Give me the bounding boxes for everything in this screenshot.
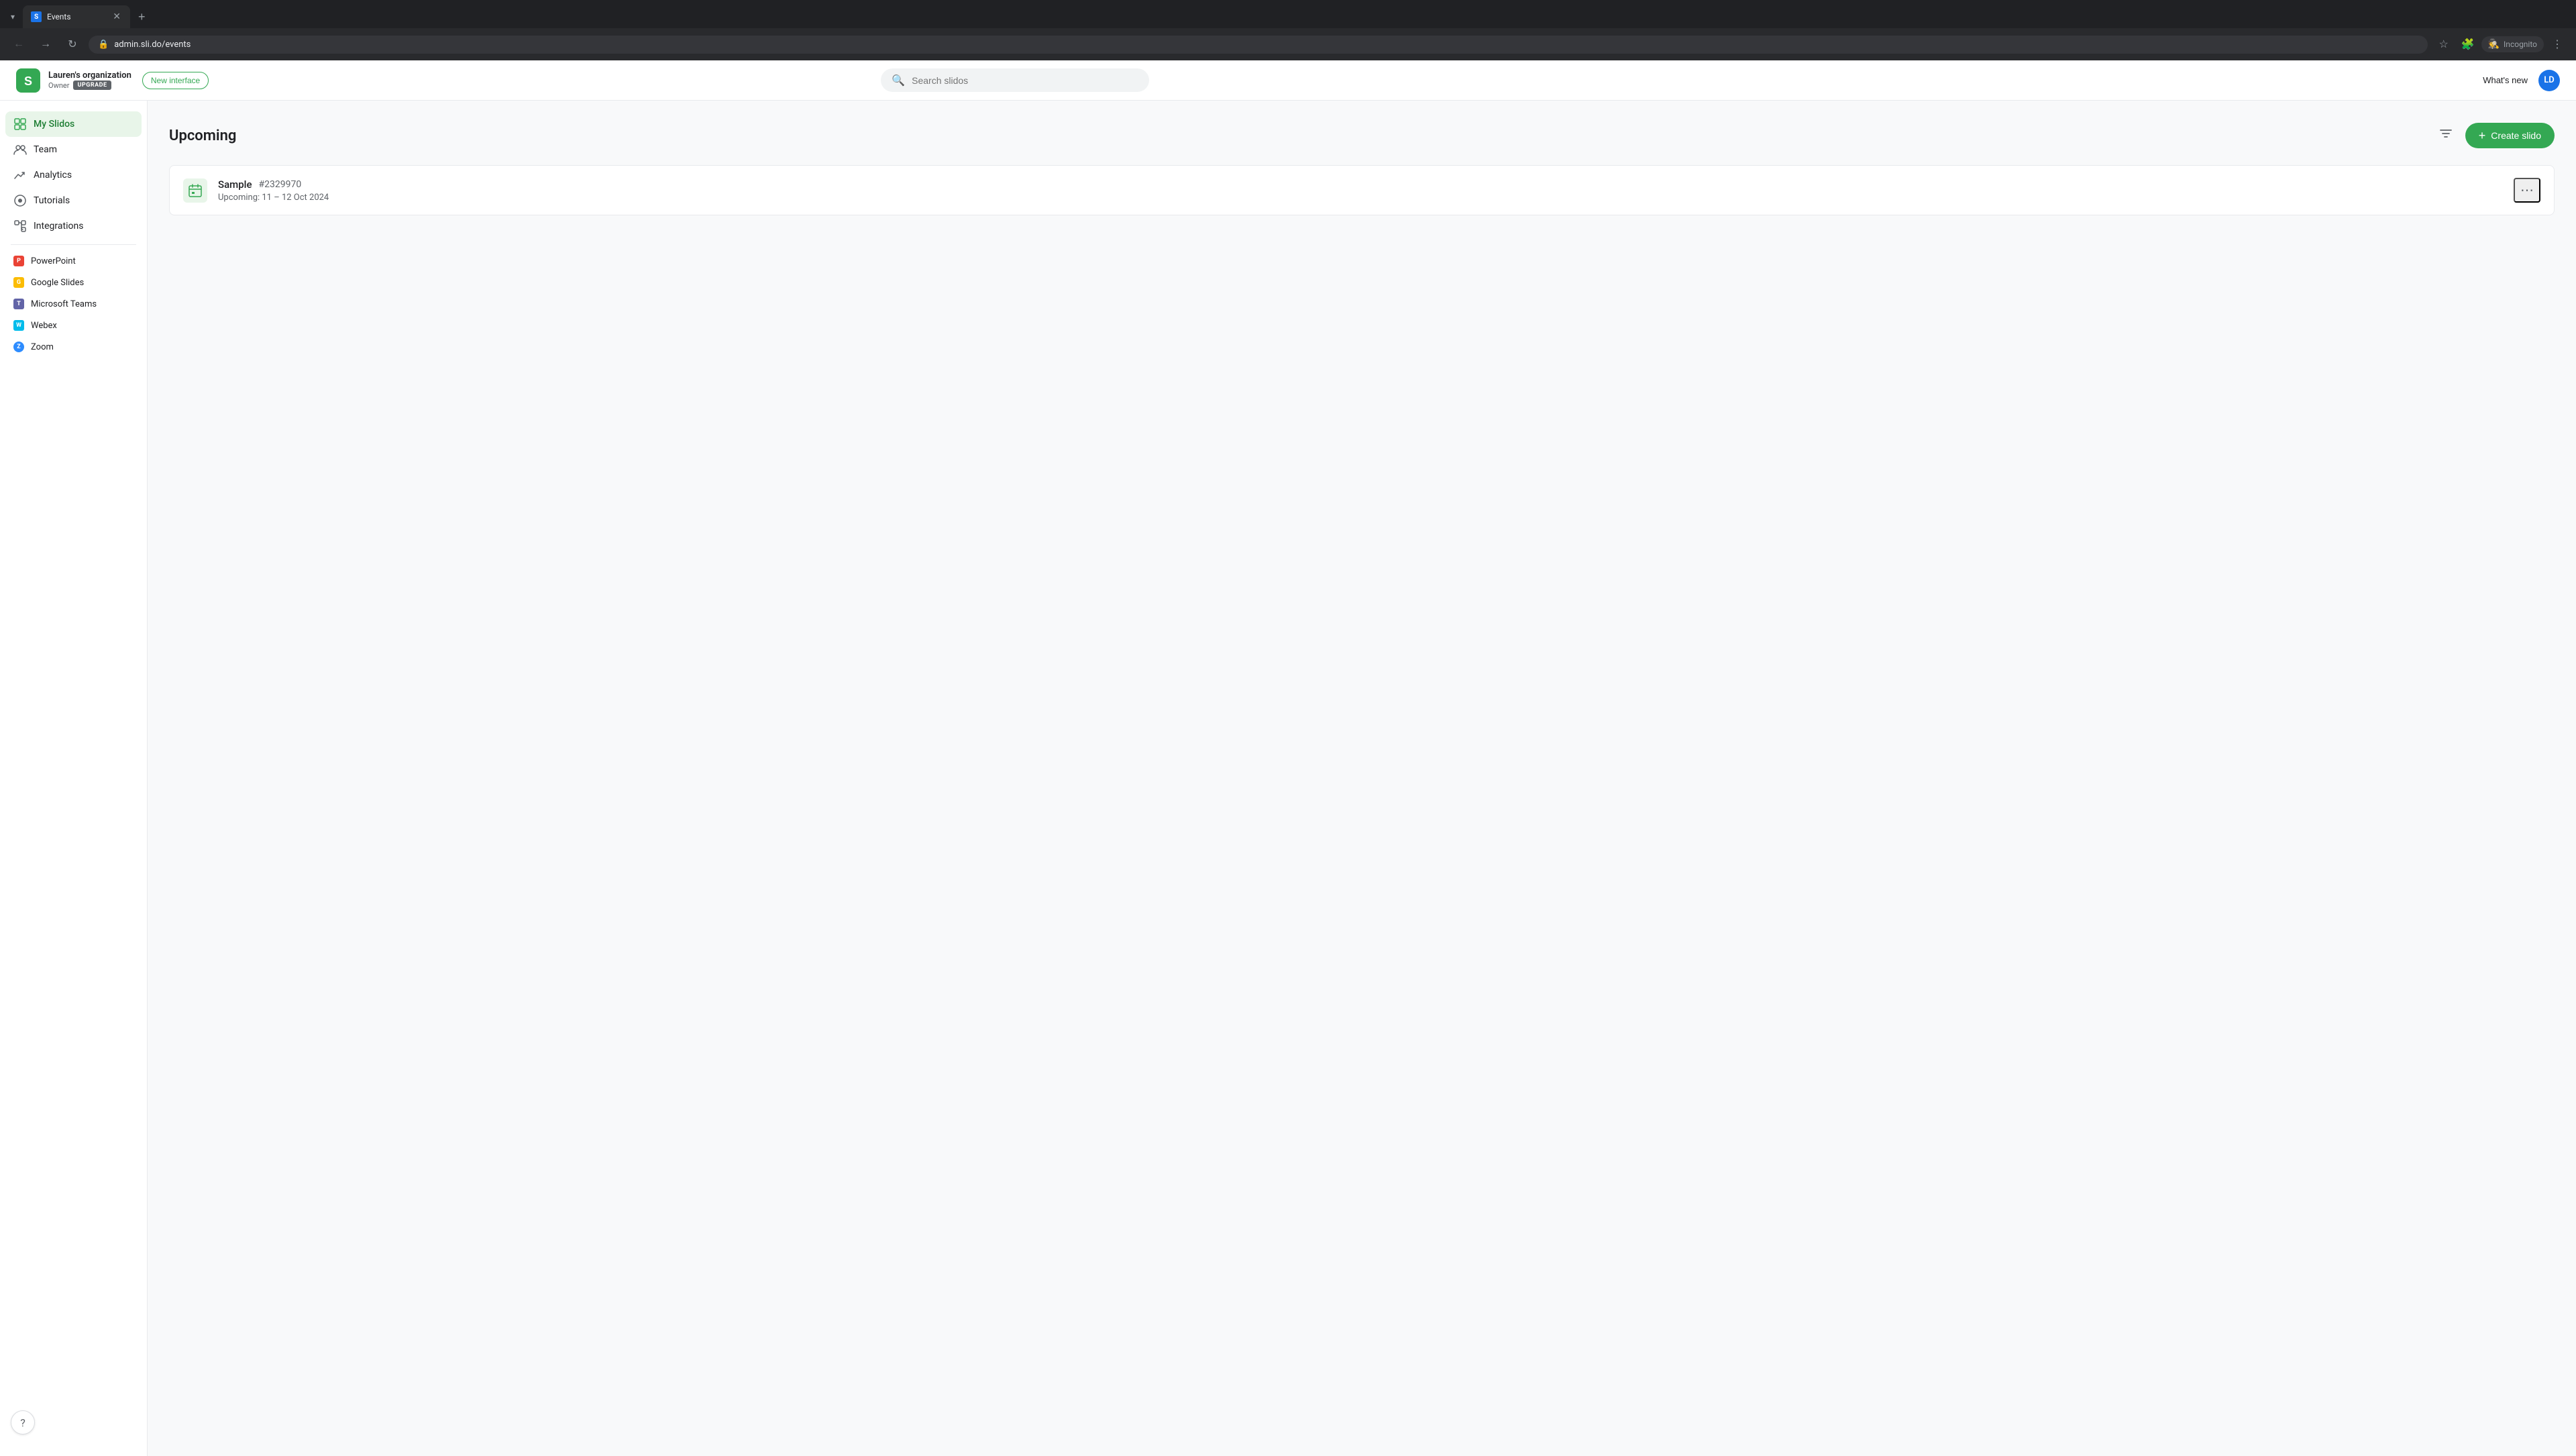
address-bar[interactable]: 🔒 admin.sli.do/events [89,36,2428,54]
tab-dropdown[interactable]: ▾ [5,9,20,24]
sidebar-integrations-section: P PowerPoint G Google Slides T Microsoft… [0,250,147,358]
forward-button[interactable]: → [35,34,56,55]
address-text: admin.sli.do/events [114,40,2418,50]
address-lock-icon: 🔒 [98,40,109,50]
event-info: Sample #2329970 Upcoming: 11 – 12 Oct 20… [218,178,2503,203]
sidebar-item-tutorials[interactable]: Tutorials [5,188,142,213]
browser-chrome: ▾ S Events ✕ + ← → ↻ 🔒 admin.sli.do/even… [0,0,2576,60]
incognito-label: Incognito [2504,40,2537,49]
reload-button[interactable]: ↻ [62,34,83,55]
sidebar-item-label-my-slidos: My Slidos [34,119,74,129]
webex-label: Webex [31,321,57,331]
event-calendar-icon [183,178,207,203]
tutorials-icon [13,194,27,207]
sidebar-item-team[interactable]: Team [5,137,142,162]
main-layout: My Slidos Team [0,101,2576,1456]
new-tab-button[interactable]: + [133,7,151,27]
event-id: #2329970 [259,179,302,190]
search-bar[interactable]: 🔍 [881,68,1149,92]
tab-favicon: S [31,11,42,22]
sidebar: My Slidos Team [0,101,148,1456]
event-menu-button[interactable]: ⋯ [2514,178,2540,203]
google-slides-label: Google Slides [31,278,84,288]
event-title-row: Sample #2329970 [218,178,2503,191]
sidebar-footer: ? [0,1400,147,1445]
events-list: Sample #2329970 Upcoming: 11 – 12 Oct 20… [169,165,2555,215]
org-info: Lauren's organization Owner UPGRADE [48,70,131,90]
bookmark-button[interactable]: ☆ [2433,34,2455,55]
sidebar-item-analytics[interactable]: Analytics [5,162,142,188]
sidebar-item-zoom[interactable]: Z Zoom [5,336,142,358]
sidebar-divider [11,244,136,245]
tab-close-button[interactable]: ✕ [111,11,122,23]
slido-logo: S [16,68,40,93]
header-right: What's new LD [2483,70,2560,91]
active-tab[interactable]: S Events ✕ [23,5,130,28]
sidebar-nav-section: My Slidos Team [0,111,147,239]
zoom-icon: Z [13,342,24,352]
event-card: Sample #2329970 Upcoming: 11 – 12 Oct 20… [169,165,2555,215]
search-icon: 🔍 [892,74,905,87]
incognito-badge[interactable]: 🕵 Incognito [2481,36,2544,52]
sidebar-item-label-analytics: Analytics [34,170,72,180]
event-name: Sample [218,178,252,191]
integrations-icon [13,219,27,233]
webex-icon: W [13,320,24,331]
org-name: Lauren's organization [48,70,131,81]
tab-title: Events [47,12,106,21]
microsoft-teams-label: Microsoft Teams [31,299,97,309]
page-title: Upcoming [169,127,236,144]
browser-toolbar: ← → ↻ 🔒 admin.sli.do/events ☆ 🧩 🕵 Incogn… [0,28,2576,60]
sidebar-item-label-team: Team [34,144,57,155]
incognito-icon: 🕵 [2488,39,2500,50]
sidebar-item-webex[interactable]: W Webex [5,315,142,336]
extensions-button[interactable]: 🧩 [2457,34,2479,55]
menu-button[interactable]: ⋮ [2546,34,2568,55]
google-slides-icon: G [13,277,24,288]
my-slidos-icon [13,117,27,131]
sidebar-item-google-slides[interactable]: G Google Slides [5,272,142,293]
search-input[interactable] [912,75,1138,86]
help-button[interactable]: ? [11,1410,35,1435]
org-role: Owner [48,81,69,90]
event-date: Upcoming: 11 – 12 Oct 2024 [218,193,2503,203]
microsoft-teams-icon: T [13,299,24,309]
app-container: S Lauren's organization Owner UPGRADE Ne… [0,60,2576,1456]
content-header: Upcoming + Create slido [169,122,2555,149]
powerpoint-icon: P [13,256,24,266]
sidebar-item-my-slidos[interactable]: My Slidos [5,111,142,137]
new-interface-button[interactable]: New interface [142,72,209,89]
sidebar-item-label-tutorials: Tutorials [34,195,70,206]
sidebar-item-microsoft-teams[interactable]: T Microsoft Teams [5,293,142,315]
tab-bar: ▾ S Events ✕ + [0,0,2576,28]
analytics-icon [13,168,27,182]
org-role-row: Owner UPGRADE [48,81,131,90]
whats-new-button[interactable]: What's new [2483,75,2528,85]
toolbar-actions: ☆ 🧩 🕵 Incognito ⋮ [2433,34,2568,55]
content-area: Upcoming + Create slido [148,101,2576,1456]
avatar[interactable]: LD [2538,70,2560,91]
sidebar-item-integrations[interactable]: Integrations [5,213,142,239]
powerpoint-label: PowerPoint [31,256,76,266]
create-slido-button[interactable]: + Create slido [2465,123,2555,148]
back-button[interactable]: ← [8,34,30,55]
app-header: S Lauren's organization Owner UPGRADE Ne… [0,60,2576,101]
upgrade-badge[interactable]: UPGRADE [73,81,111,90]
team-icon [13,143,27,156]
logo-area: S Lauren's organization Owner UPGRADE [16,68,131,93]
header-search: 🔍 [881,68,1149,92]
filter-button[interactable] [2434,122,2457,149]
svg-text:S: S [24,74,32,88]
zoom-label: Zoom [31,342,54,352]
sidebar-item-label-integrations: Integrations [34,221,83,231]
content-actions: + Create slido [2434,122,2555,149]
sidebar-item-powerpoint[interactable]: P PowerPoint [5,250,142,272]
create-plus-icon: + [2479,129,2486,142]
create-slido-label: Create slido [2491,130,2541,141]
